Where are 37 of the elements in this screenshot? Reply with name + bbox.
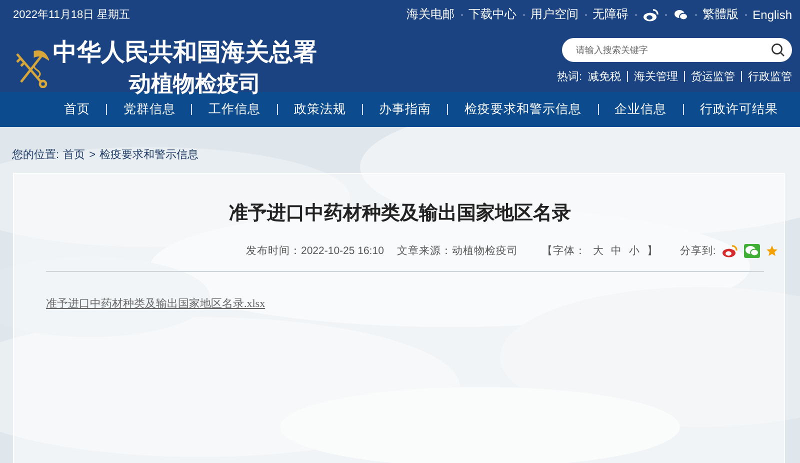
hot-word-link[interactable]: 海关管理 [634, 69, 678, 84]
breadcrumb-label: 您的位置: [12, 148, 60, 162]
bracket-text: 】 [646, 244, 658, 258]
nav-tab[interactable]: 党群信息 [123, 101, 176, 118]
nav-tab[interactable]: 政策法规 [294, 101, 346, 118]
site-subtitle: 动植物检疫司 [128, 70, 261, 99]
nav-tab[interactable]: 首页 [64, 101, 90, 118]
hot-word-link[interactable]: 减免税 [588, 69, 621, 84]
header-link[interactable]: 繁體版 [702, 6, 739, 23]
nav-tab[interactable]: 行政许可结果 [700, 101, 778, 118]
date-text: 2022年11月18日 星期五 [13, 8, 132, 22]
font-size-label: 【字体： [542, 244, 586, 258]
header-link[interactable]: 海关电邮 [406, 6, 455, 23]
article-source: 文章来源：动植物检疫司 [396, 244, 518, 258]
header-link[interactable]: 下载中心 [468, 6, 517, 23]
nav-tab[interactable]: 检疫要求和警示信息 [464, 101, 582, 118]
hot-word-link[interactable]: 货运监管 [691, 69, 735, 84]
share-label: 分享到: [680, 244, 716, 258]
breadcrumb-link[interactable]: 检疫要求和警示信息 [100, 147, 198, 162]
font-size-link[interactable]: 中 [610, 244, 622, 258]
header-link[interactable]: 无障碍 [592, 6, 629, 23]
header-link[interactable]: 用户空间 [530, 6, 579, 23]
search-field[interactable]: 请输入搜索关键字 [562, 38, 792, 62]
article-title: 准予进口中药材种类及输出国家地区名录 [228, 202, 572, 226]
hot-words-label: 热词: [556, 70, 582, 84]
breadcrumb-separator: > [89, 149, 96, 161]
nav-tab[interactable]: 办事指南 [379, 101, 432, 118]
nav-tab[interactable]: 工作信息 [208, 101, 261, 118]
hot-word-link[interactable]: 行政监管 [748, 69, 792, 84]
font-size-link[interactable]: 大 [592, 244, 604, 258]
font-size-link[interactable]: 小 [628, 244, 640, 258]
publish-time: 发布时间：2022-10-25 16:10 [246, 244, 384, 258]
header-link[interactable]: English [752, 8, 792, 22]
nav-tab[interactable]: 企业信息 [614, 101, 667, 118]
breadcrumb-link[interactable]: 首页 [63, 147, 86, 162]
site-title: 中华人民共和国海关总署 [53, 36, 317, 68]
attachment-link[interactable]: 准予进口中药材种类及输出国家地区名录.xlsx [46, 296, 266, 311]
